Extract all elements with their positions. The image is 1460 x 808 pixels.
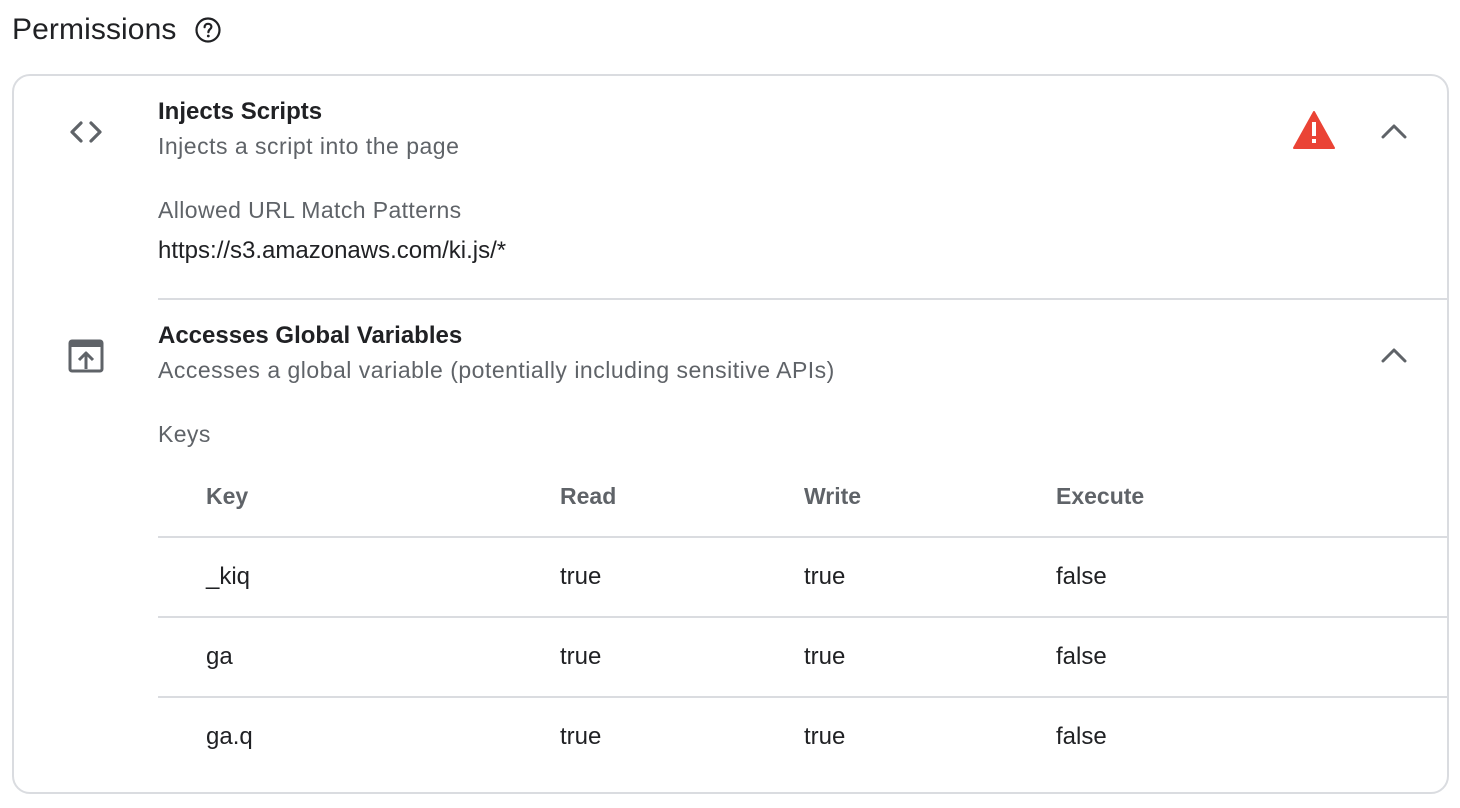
table-row: _kiq true true false (158, 536, 1447, 616)
write-cell: true (804, 563, 846, 590)
warning-triangle-icon (1292, 110, 1336, 150)
key-cell: ga (206, 643, 233, 670)
section-divider (158, 298, 1447, 300)
permission-description: Injects a script into the page (158, 133, 460, 159)
page-title: Permissions (12, 13, 177, 46)
page-header: Permissions (12, 8, 222, 52)
table-row: ga.q true true false (158, 696, 1447, 776)
open-in-window-icon (66, 336, 106, 376)
permission-title: Injects Scripts (158, 98, 323, 125)
column-header-execute: Execute (1056, 482, 1145, 509)
write-cell: true (804, 643, 846, 670)
permission-description: Accesses a global variable (potentially … (158, 357, 835, 383)
key-cell: ga.q (206, 723, 253, 750)
execute-cell: false (1056, 723, 1107, 750)
collapse-button[interactable] (1372, 333, 1416, 377)
help-circle-icon[interactable] (194, 16, 222, 44)
field-label: Keys (158, 421, 211, 447)
key-cell: _kiq (206, 563, 251, 590)
column-header-key: Key (206, 482, 249, 509)
read-cell: true (560, 723, 602, 750)
read-cell: true (560, 563, 602, 590)
chevron-up-icon (1381, 124, 1407, 139)
column-header-read: Read (560, 482, 617, 509)
table-header-row: Key Read Write Execute (158, 456, 1447, 536)
code-icon (66, 112, 106, 152)
permissions-card: Injects Scripts Injects a script into th… (12, 74, 1449, 794)
chevron-up-icon (1381, 348, 1407, 363)
url-pattern-value: https://s3.amazonaws.com/ki.js/* (158, 237, 507, 264)
table-row: ga true true false (158, 616, 1447, 696)
permission-title: Accesses Global Variables (158, 322, 463, 349)
execute-cell: false (1056, 643, 1107, 670)
execute-cell: false (1056, 563, 1107, 590)
field-label: Allowed URL Match Patterns (158, 197, 462, 223)
column-header-write: Write (804, 482, 862, 509)
write-cell: true (804, 723, 846, 750)
read-cell: true (560, 643, 602, 670)
collapse-button[interactable] (1372, 109, 1416, 153)
keys-table: Key Read Write Execute _kiq true true fa… (158, 456, 1447, 776)
